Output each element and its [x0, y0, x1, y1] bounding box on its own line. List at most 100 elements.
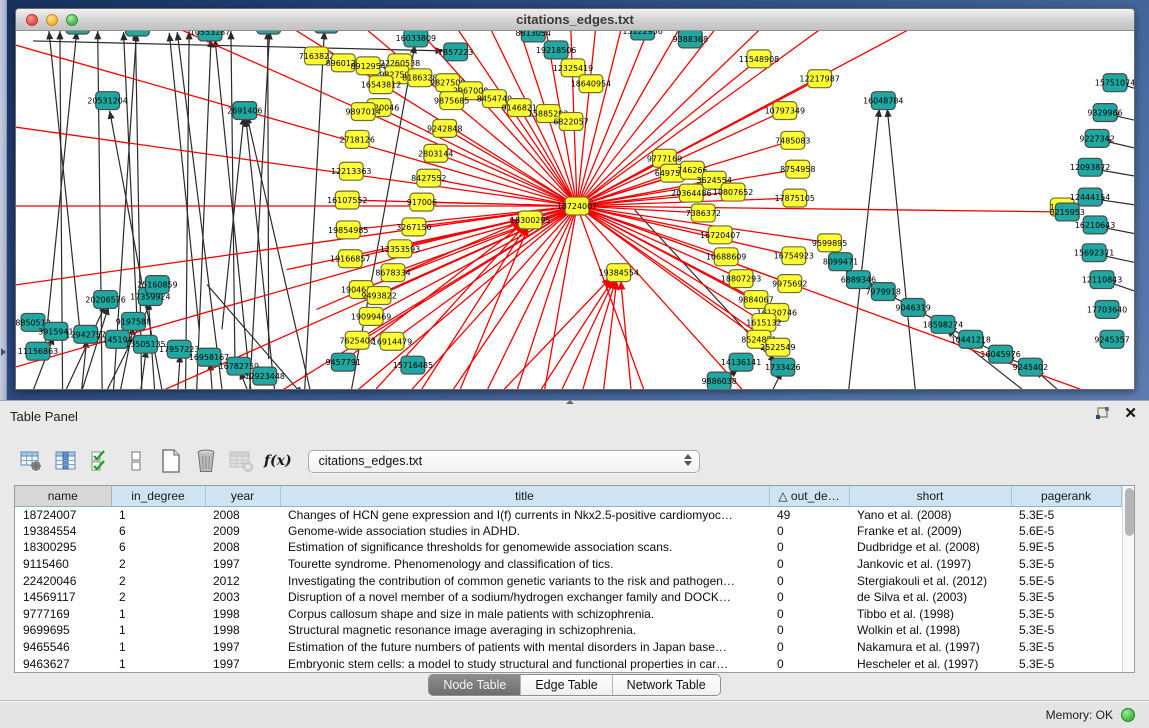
table-selector-dropdown[interactable]: citations_edges.txt	[308, 450, 700, 473]
table-cell[interactable]: 5.5E-5	[1011, 572, 1121, 589]
column-header-out_de[interactable]: △ out_de…	[769, 486, 849, 506]
table-cell[interactable]: 0	[769, 639, 849, 656]
table-cell[interactable]: 1	[111, 506, 205, 523]
column-header-name[interactable]: name	[15, 486, 111, 506]
table-row[interactable]: 1872400712008Changes of HCN gene express…	[15, 506, 1121, 523]
graph-node[interactable]	[314, 31, 338, 33]
table-cell[interactable]: 49	[769, 506, 849, 523]
table-cell[interactable]: Changes of HCN gene expression and I(f) …	[280, 506, 769, 523]
table-cell[interactable]: Tibbo et al. (1998)	[849, 606, 1011, 623]
table-cell[interactable]: 2009	[205, 523, 280, 540]
table-cell[interactable]: Yano et al. (2008)	[849, 506, 1011, 523]
table-cell[interactable]: 1997	[205, 639, 280, 656]
table-cell[interactable]: Estimation of significance thresholds fo…	[280, 539, 769, 556]
table-cell[interactable]: 0	[769, 556, 849, 573]
float-panel-icon[interactable]	[1094, 406, 1110, 422]
table-row[interactable]: 977716911998Corpus callosum shape and si…	[15, 606, 1121, 623]
column-header-title[interactable]: title	[280, 486, 769, 506]
show-columns-icon[interactable]	[53, 448, 79, 474]
tab-network-table[interactable]: Network Table	[612, 675, 720, 695]
table-cell[interactable]: 1997	[205, 556, 280, 573]
table-cell[interactable]: 2008	[205, 506, 280, 523]
table-cell[interactable]: 0	[769, 589, 849, 606]
table-cell[interactable]: de Silva et al. (2003)	[849, 589, 1011, 606]
tab-node-table[interactable]: Node Table	[429, 675, 520, 695]
table-cell[interactable]: 1998	[205, 606, 280, 623]
collapsed-panel-strip[interactable]	[0, 0, 7, 400]
table-cell[interactable]: 22420046	[15, 572, 111, 589]
table-scrollbar-thumb[interactable]	[1125, 488, 1134, 536]
graph-node[interactable]	[66, 31, 90, 34]
table-cell[interactable]: Embryonic stem cells: a model to study s…	[280, 655, 769, 672]
table-cell[interactable]: 2012	[205, 572, 280, 589]
table-cell[interactable]: 1997	[205, 655, 280, 672]
table-cell[interactable]: 19384554	[15, 523, 111, 540]
zoom-window-button[interactable]	[66, 14, 78, 26]
table-cell[interactable]: Structural magnetic resonance image aver…	[280, 622, 769, 639]
table-cell[interactable]: 9699695	[15, 622, 111, 639]
network-window-titlebar[interactable]: citations_edges.txt	[16, 9, 1134, 31]
table-cell[interactable]: 5.3E-5	[1011, 506, 1121, 523]
column-header-in_degree[interactable]: in_degree	[111, 486, 205, 506]
table-cell[interactable]: 2	[111, 556, 205, 573]
table-cell[interactable]: 9115460	[15, 556, 111, 573]
table-cell[interactable]: 5.3E-5	[1011, 606, 1121, 623]
panel-expand-arrow-icon[interactable]	[1, 348, 6, 356]
table-cell[interactable]: Genome-wide association studies in ADHD.	[280, 523, 769, 540]
table-cell[interactable]: 0	[769, 523, 849, 540]
table-cell[interactable]: 0	[769, 572, 849, 589]
table-row[interactable]: 1456911722003Disruption of a novel membe…	[15, 589, 1121, 606]
table-row[interactable]: 946554611997Estimation of the future num…	[15, 639, 1121, 656]
table-mode-icon[interactable]	[18, 448, 44, 474]
table-cell[interactable]: 9777169	[15, 606, 111, 623]
new-file-icon[interactable]	[158, 448, 184, 474]
table-cell[interactable]: 0	[769, 606, 849, 623]
table-cell[interactable]: 5.3E-5	[1011, 639, 1121, 656]
column-header-short[interactable]: short	[849, 486, 1011, 506]
network-view-window[interactable]: citations_edges.txt 18724007977716964975…	[15, 8, 1135, 390]
table-cell[interactable]: 6	[111, 539, 205, 556]
function-builder-icon[interactable]: f(x)	[264, 453, 292, 469]
table-cell[interactable]: 5.3E-5	[1011, 589, 1121, 606]
table-cell[interactable]: Corpus callosum shape and size in male p…	[280, 606, 769, 623]
minimize-window-button[interactable]	[46, 14, 58, 26]
table-cell[interactable]: 9463627	[15, 655, 111, 672]
column-header-pagerank[interactable]: pagerank	[1011, 486, 1121, 506]
table-cell[interactable]: 1	[111, 639, 205, 656]
table-cell[interactable]: Nakamura et al. (1997)	[849, 639, 1011, 656]
table-cell[interactable]: 0	[769, 622, 849, 639]
table-row[interactable]: 911546021997Tourette syndrome. Phenomeno…	[15, 556, 1121, 573]
node-table-grid[interactable]: namein_degreeyeartitle△ out_de…shortpage…	[15, 486, 1122, 672]
table-cell[interactable]: Jankovic et al. (1997)	[849, 556, 1011, 573]
table-cell[interactable]: 9465546	[15, 639, 111, 656]
close-window-button[interactable]	[26, 14, 38, 26]
table-cell[interactable]: 0	[769, 655, 849, 672]
table-cell[interactable]: Franke et al. (2009)	[849, 523, 1011, 540]
table-cell[interactable]: Stergiakouli et al. (2012)	[849, 572, 1011, 589]
delete-icon[interactable]	[193, 448, 219, 474]
memory-status-indicator[interactable]	[1121, 708, 1135, 722]
close-panel-icon[interactable]: ✕	[1124, 407, 1137, 421]
table-cell[interactable]: 2	[111, 589, 205, 606]
table-cell[interactable]: 1	[111, 655, 205, 672]
table-cell[interactable]: 5.3E-5	[1011, 655, 1121, 672]
table-cell[interactable]: 5.9E-5	[1011, 539, 1121, 556]
table-cell[interactable]: Wolkin et al. (1998)	[849, 622, 1011, 639]
table-cell[interactable]: 18724007	[15, 506, 111, 523]
table-cell[interactable]: 0	[769, 539, 849, 556]
delete-table-icon[interactable]	[228, 448, 254, 474]
unselect-all-icon[interactable]	[123, 448, 149, 474]
table-cell[interactable]: 5.6E-5	[1011, 523, 1121, 540]
network-canvas[interactable]: 1872400797771696497568746266362455420364…	[16, 31, 1134, 389]
table-row[interactable]: 1938455462009Genome-wide association stu…	[15, 523, 1121, 540]
table-scrollbar[interactable]	[1122, 486, 1135, 672]
tab-edge-table[interactable]: Edge Table	[520, 675, 611, 695]
split-pane-handle[interactable]	[563, 400, 577, 406]
citation-network-graph[interactable]: 1872400797771696497568746266362455420364…	[16, 31, 1134, 389]
table-cell[interactable]: Disruption of a novel member of a sodium…	[280, 589, 769, 606]
table-cell[interactable]: 1	[111, 622, 205, 639]
graph-node[interactable]	[257, 31, 281, 34]
column-header-year[interactable]: year	[205, 486, 280, 506]
table-cell[interactable]: Investigating the contribution of common…	[280, 572, 769, 589]
table-cell[interactable]: 2008	[205, 539, 280, 556]
